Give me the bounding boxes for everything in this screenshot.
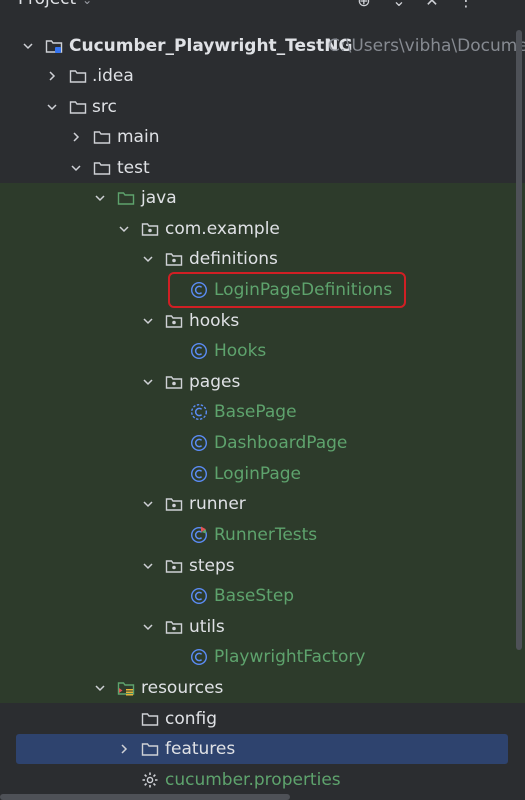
package-icon — [165, 373, 183, 391]
package-icon — [141, 220, 159, 238]
java-class-icon — [190, 342, 208, 360]
package-icon — [165, 250, 183, 268]
horizontal-scrollbar[interactable] — [0, 794, 290, 800]
tree-row-idea[interactable]: .idea — [0, 61, 525, 91]
package-label: pages — [189, 372, 241, 392]
chevron-down-icon[interactable] — [22, 40, 34, 52]
project-panel-header: Project⌄ ⊕ ⌄ ✕ ⋮ — [0, 0, 525, 16]
package-icon — [165, 557, 183, 575]
project-path: C:\Users\vibha\Documen — [328, 36, 525, 56]
tree-row-definitions[interactable]: definitions — [0, 244, 525, 274]
chevron-down-icon[interactable] — [142, 315, 154, 327]
folder-label: test — [117, 158, 150, 178]
class-label: Hooks — [214, 341, 267, 361]
folder-icon — [141, 710, 159, 728]
tree-row-com-example[interactable]: com.example — [0, 214, 525, 244]
folder-label: config — [165, 709, 218, 729]
class-label: BaseStep — [214, 586, 295, 606]
chevron-down-icon[interactable] — [142, 376, 154, 388]
chevron-down-icon[interactable] — [94, 192, 106, 204]
chevron-down-icon[interactable] — [94, 682, 106, 694]
folder-label: main — [117, 127, 160, 147]
package-icon — [165, 312, 183, 330]
tree-row-java[interactable]: java — [0, 183, 525, 213]
tree-row-runner-tests[interactable]: RunnerTests — [0, 520, 525, 550]
package-label: definitions — [189, 249, 278, 269]
tree-row-base-page[interactable]: BasePage — [0, 397, 525, 427]
package-icon — [165, 495, 183, 513]
folder-icon — [69, 98, 87, 116]
chevron-down-icon[interactable] — [142, 253, 154, 265]
tree-row-features[interactable]: features — [16, 734, 508, 764]
file-label: cucumber.properties — [165, 770, 341, 790]
java-class-icon — [190, 465, 208, 483]
folder-icon — [69, 67, 87, 85]
more-icon[interactable]: ⋮ — [457, 0, 475, 10]
java-class-icon — [190, 648, 208, 666]
class-label: DashboardPage — [214, 433, 348, 453]
folder-label: .idea — [92, 66, 134, 86]
tree-row-runner[interactable]: runner — [0, 489, 525, 519]
folder-icon — [93, 128, 111, 146]
tree-row-base-step[interactable]: BaseStep — [0, 581, 525, 611]
tree-row-pages[interactable]: pages — [0, 367, 525, 397]
test-class-icon — [190, 526, 208, 544]
abstract-class-icon — [190, 403, 208, 421]
tree-row-test[interactable]: test — [0, 153, 525, 183]
folder-label: features — [165, 739, 236, 759]
chevron-right-icon[interactable] — [70, 131, 82, 143]
folder-icon — [141, 740, 159, 758]
folder-label: resources — [141, 678, 224, 698]
chevron-down-icon[interactable] — [142, 498, 154, 510]
vertical-scrollbar[interactable] — [516, 30, 522, 650]
close-icon[interactable]: ✕ — [423, 0, 441, 10]
folder-label: src — [92, 97, 117, 117]
chevron-down-icon[interactable]: ⌄ — [390, 0, 408, 10]
class-label: PlaywrightFactory — [214, 647, 366, 667]
chevron-down-icon[interactable] — [70, 162, 82, 174]
tree-row-root[interactable]: Cucumber_Playwright_TestNG C:\Users\vibh… — [0, 31, 525, 61]
tree-row-resources[interactable]: resources — [0, 673, 525, 703]
tree-row-utils[interactable]: utils — [0, 612, 525, 642]
tree-row-dashboard-page[interactable]: DashboardPage — [0, 428, 525, 458]
test-source-folder-icon — [117, 189, 135, 207]
package-label: utils — [189, 617, 225, 637]
target-icon[interactable]: ⊕ — [355, 0, 373, 10]
package-label: hooks — [189, 311, 240, 331]
package-icon — [165, 618, 183, 636]
class-label: LoginPage — [214, 464, 302, 484]
tree-row-config[interactable]: config — [0, 704, 525, 734]
package-label: steps — [189, 556, 235, 576]
tree-row-playwright-factory[interactable]: PlaywrightFactory — [0, 642, 525, 672]
package-label: com.example — [165, 219, 280, 239]
tree-row-hooks[interactable]: hooks — [0, 306, 525, 336]
tree-row-hooks-class[interactable]: Hooks — [0, 336, 525, 366]
tree-row-steps[interactable]: steps — [0, 551, 525, 581]
tree-row-src[interactable]: src — [0, 92, 525, 122]
chevron-down-icon[interactable] — [118, 223, 130, 235]
chevron-down-icon[interactable] — [46, 101, 58, 113]
test-resources-folder-icon — [117, 679, 135, 697]
tree-row-main[interactable]: main — [0, 122, 525, 152]
chevron-right-icon[interactable] — [118, 743, 130, 755]
folder-label: java — [141, 188, 177, 208]
chevron-right-icon[interactable] — [46, 70, 58, 82]
tree-row-login-page[interactable]: LoginPage — [0, 459, 525, 489]
class-label: BasePage — [214, 402, 297, 422]
project-name: Cucumber_Playwright_TestNG — [69, 36, 353, 56]
tree-row-cucumber-properties[interactable]: cucumber.properties — [0, 765, 525, 795]
panel-title[interactable]: Project⌄ — [18, 0, 92, 9]
chevron-down-icon[interactable] — [142, 621, 154, 633]
class-label: RunnerTests — [214, 525, 318, 545]
java-class-icon — [190, 587, 208, 605]
chevron-down-icon[interactable] — [142, 560, 154, 572]
chevron-down-icon[interactable]: ⌄ — [82, 0, 92, 7]
package-label: runner — [189, 494, 246, 514]
module-folder-icon — [45, 37, 63, 55]
folder-icon — [93, 159, 111, 177]
highlight-annotation — [168, 272, 406, 308]
gear-icon — [141, 771, 159, 789]
java-class-icon — [190, 434, 208, 452]
